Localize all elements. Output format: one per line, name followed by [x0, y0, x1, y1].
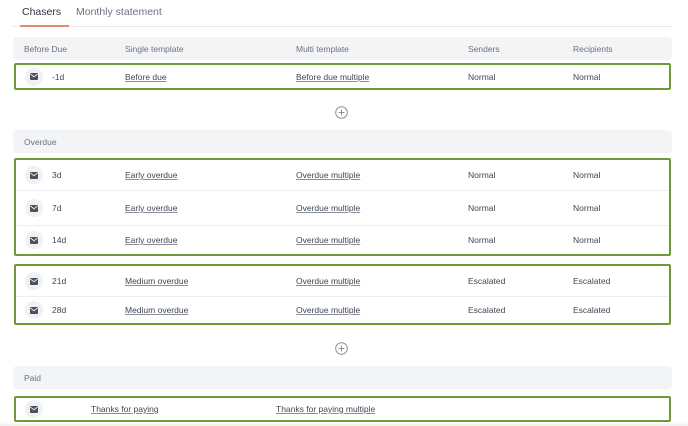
- tab-chasers[interactable]: Chasers: [19, 6, 70, 27]
- add-chaser-button[interactable]: [335, 106, 348, 119]
- senders-value: Escalated: [468, 305, 506, 315]
- offset-label: 7d: [52, 203, 62, 213]
- recipients-value: Normal: [573, 71, 601, 82]
- offset-label: -1d: [52, 71, 65, 82]
- multi-template-link[interactable]: Thanks for paying multiple: [276, 404, 375, 414]
- offset-label: 21d: [52, 276, 67, 286]
- offset-label: 28d: [52, 305, 67, 315]
- overdue-section-title: Overdue: [24, 137, 57, 147]
- column-header-recipients: Recipients: [573, 44, 613, 54]
- single-template-link[interactable]: Thanks for paying: [91, 404, 159, 414]
- recipients-value: Escalated: [573, 305, 611, 315]
- paid-group: Thanks for paying Thanks for paying mult…: [14, 396, 671, 422]
- recipients-value: Escalated: [573, 276, 611, 286]
- add-circle-icon: [335, 342, 348, 355]
- mail-icon: [25, 400, 43, 418]
- mail-icon: [25, 272, 43, 290]
- column-header-row: Before Due Single template Multi templat…: [13, 37, 672, 60]
- senders-value: Normal: [468, 203, 496, 213]
- multi-template-link[interactable]: Overdue multiple: [296, 276, 360, 286]
- offset-label: 14d: [52, 235, 67, 245]
- add-chaser-button[interactable]: [335, 342, 348, 355]
- tab-bar: Chasers Monthly statement: [12, 0, 672, 27]
- multi-template-link[interactable]: Before due multiple: [296, 72, 369, 82]
- table-row[interactable]: 28d Medium overdue Overdue multiple Esca…: [16, 297, 669, 323]
- single-template-link[interactable]: Early overdue: [125, 203, 177, 213]
- recipients-value: Normal: [573, 170, 601, 180]
- column-header-senders: Senders: [468, 44, 500, 54]
- column-header-multi-template: Multi template: [296, 44, 349, 54]
- table-row[interactable]: Thanks for paying Thanks for paying mult…: [16, 398, 669, 420]
- mail-icon: [25, 301, 43, 319]
- overdue-section-header: Overdue: [13, 130, 672, 153]
- table-row[interactable]: -1d Before due Before due multiple Norma…: [16, 65, 669, 88]
- single-template-link[interactable]: Before due: [125, 72, 167, 82]
- table-row[interactable]: 21d Medium overdue Overdue multiple Esca…: [16, 266, 669, 297]
- senders-value: Normal: [468, 235, 496, 245]
- senders-value: Normal: [468, 170, 496, 180]
- single-template-link[interactable]: Early overdue: [125, 235, 177, 245]
- single-template-link[interactable]: Early overdue: [125, 170, 177, 180]
- senders-value: Escalated: [468, 276, 506, 286]
- multi-template-link[interactable]: Overdue multiple: [296, 235, 360, 245]
- multi-template-link[interactable]: Overdue multiple: [296, 305, 360, 315]
- single-template-link[interactable]: Medium overdue: [125, 305, 188, 315]
- paid-section-title: Paid: [24, 373, 42, 383]
- mail-icon: [25, 231, 43, 249]
- multi-template-link[interactable]: Overdue multiple: [296, 170, 360, 180]
- tab-monthly-statement[interactable]: Monthly statement: [76, 6, 162, 27]
- mail-icon: [25, 166, 43, 184]
- table-row[interactable]: 7d Early overdue Overdue multiple Normal…: [16, 191, 669, 226]
- mail-icon: [25, 199, 43, 217]
- recipients-value: Normal: [573, 235, 601, 245]
- offset-label: 3d: [52, 170, 62, 180]
- column-header-before-due: Before Due: [24, 44, 67, 54]
- overdue-group-medium: 21d Medium overdue Overdue multiple Esca…: [14, 264, 671, 325]
- before-due-group: -1d Before due Before due multiple Norma…: [14, 63, 671, 90]
- paid-section-header: Paid: [13, 366, 672, 389]
- overdue-group-early: 3d Early overdue Overdue multiple Normal…: [14, 158, 671, 256]
- scroll-shadow: [0, 422, 688, 426]
- recipients-value: Normal: [573, 203, 601, 213]
- mail-icon: [25, 67, 43, 86]
- multi-template-link[interactable]: Overdue multiple: [296, 203, 360, 213]
- single-template-link[interactable]: Medium overdue: [125, 276, 188, 286]
- senders-value: Normal: [468, 71, 496, 82]
- table-row[interactable]: 3d Early overdue Overdue multiple Normal…: [16, 160, 669, 191]
- column-header-single-template: Single template: [125, 44, 184, 54]
- add-circle-icon: [335, 106, 348, 119]
- table-row[interactable]: 14d Early overdue Overdue multiple Norma…: [16, 226, 669, 254]
